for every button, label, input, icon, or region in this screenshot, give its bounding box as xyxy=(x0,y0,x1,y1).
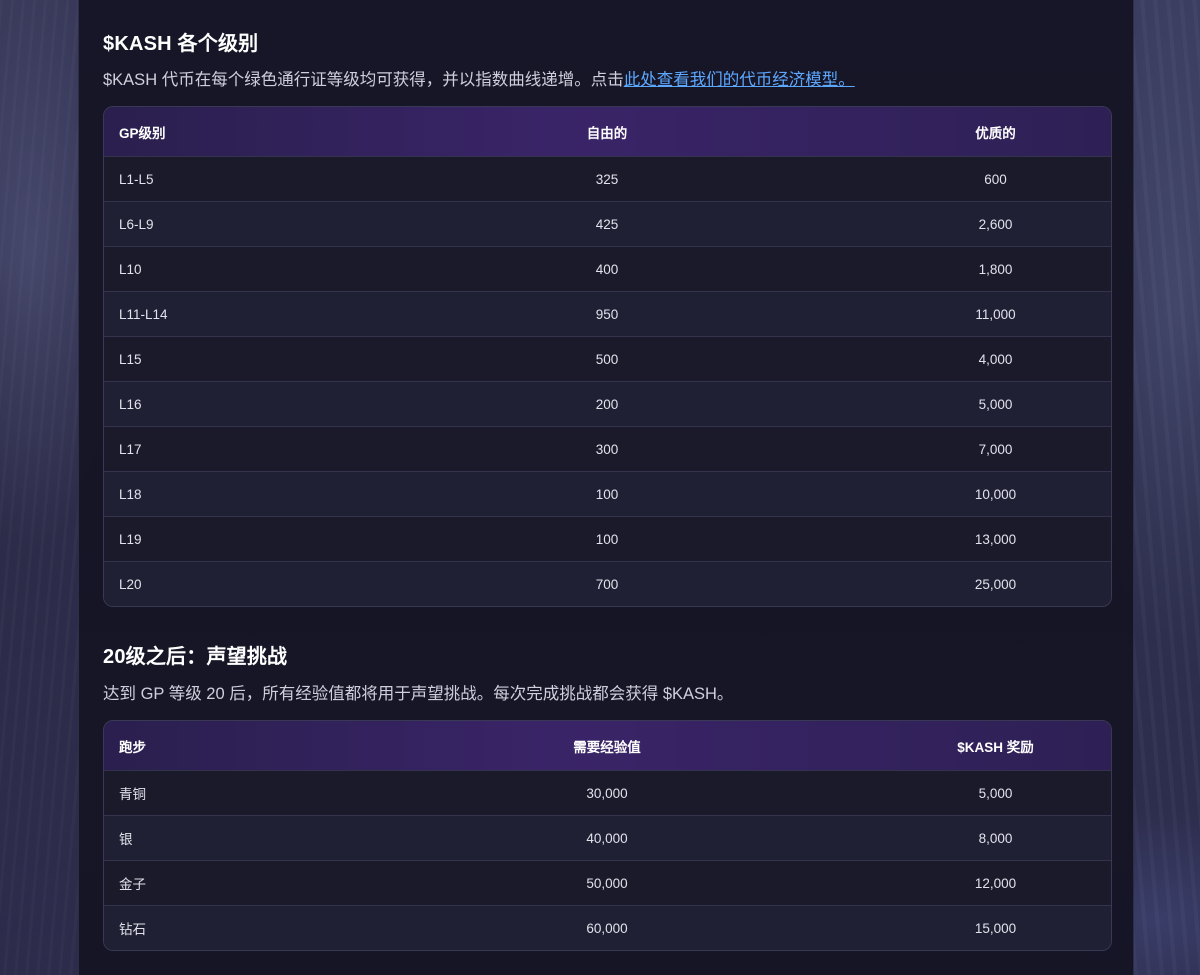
table-row: L11-L14 950 11,000 xyxy=(104,291,1111,337)
kash-levels-description: $KASH 代币在每个绿色通行证等级均可获得，并以指数曲线递增。点击此处查看我们… xyxy=(103,66,855,90)
table-header-row: GP级别 自由的 优质的 xyxy=(104,107,1111,157)
kash-levels-heading: $KASH 各个级别 xyxy=(103,33,259,55)
table-row: L20 700 25,000 xyxy=(104,561,1111,606)
row-label-cell: L10 xyxy=(104,246,334,292)
value-cell: 8,000 xyxy=(880,815,1111,861)
row-label-cell: L1-L5 xyxy=(104,156,334,202)
value-cell: 40,000 xyxy=(334,815,880,861)
row-label-cell: L18 xyxy=(104,471,334,517)
kash-levels-table: GP级别 自由的 优质的 L1-L5 325 600 L6-L9 425 2,600 L10… xyxy=(103,106,1112,607)
value-cell: 10,000 xyxy=(880,471,1111,517)
row-label-cell: 银 xyxy=(104,815,334,861)
prestige-challenge-heading: 20级之后：声望挑战 xyxy=(103,646,288,668)
table-row: L10 400 1,800 xyxy=(104,246,1111,292)
value-cell: 5,000 xyxy=(880,770,1111,816)
background-left-decoration xyxy=(0,0,78,975)
column-header-kash-reward: $KASH 奖励 xyxy=(957,739,1034,755)
table-row: L15 500 4,000 xyxy=(104,336,1111,382)
prestige-challenge-description: 达到 GP 等级 20 后，所有经验值都将用于声望挑战。每次完成挑战都会获得 $… xyxy=(103,685,734,703)
kash-levels-description-text: $KASH 代币在每个绿色通行证等级均可获得，并以指数曲线递增。点击 xyxy=(103,71,624,89)
row-label-cell: L15 xyxy=(104,336,334,382)
table-row: 青铜 30,000 5,000 xyxy=(104,770,1111,816)
row-label-cell: 青铜 xyxy=(104,770,334,816)
value-cell: 60,000 xyxy=(334,905,880,950)
row-label-cell: L16 xyxy=(104,381,334,427)
value-cell: 4,000 xyxy=(880,336,1111,382)
table-header-row: 跑步 需要经验值 $KASH 奖励 xyxy=(104,721,1111,771)
value-cell: 325 xyxy=(334,156,880,202)
row-label-cell: L20 xyxy=(104,561,334,606)
value-cell: 12,000 xyxy=(880,860,1111,906)
tokenomics-link[interactable]: 此处查看我们的代币经济模型。 xyxy=(624,71,855,89)
table-row: L6-L9 425 2,600 xyxy=(104,201,1111,247)
value-cell: 7,000 xyxy=(880,426,1111,472)
value-cell: 13,000 xyxy=(880,516,1111,562)
table-row: L1-L5 325 600 xyxy=(104,156,1111,202)
row-label-cell: L17 xyxy=(104,426,334,472)
table-row: 银 40,000 8,000 xyxy=(104,815,1111,861)
value-cell: 100 xyxy=(334,516,880,562)
row-label-cell: L19 xyxy=(104,516,334,562)
value-cell: 100 xyxy=(334,471,880,517)
table-row: L17 300 7,000 xyxy=(104,426,1111,472)
value-cell: 950 xyxy=(334,291,880,337)
value-cell: 500 xyxy=(334,336,880,382)
value-cell: 1,800 xyxy=(880,246,1111,292)
table-row: L19 100 13,000 xyxy=(104,516,1111,562)
value-cell: 400 xyxy=(334,246,880,292)
value-cell: 15,000 xyxy=(880,905,1111,950)
prestige-challenge-table: 跑步 需要经验值 $KASH 奖励 青铜 30,000 5,000 银 40,000 8,… xyxy=(103,720,1112,951)
row-label-cell: L6-L9 xyxy=(104,201,334,247)
value-cell: 600 xyxy=(880,156,1111,202)
value-cell: 11,000 xyxy=(880,291,1111,337)
value-cell: 30,000 xyxy=(334,770,880,816)
column-header-run: 跑步 xyxy=(119,739,146,755)
table-row: 钻石 60,000 15,000 xyxy=(104,905,1111,950)
column-header-xp-required: 需要经验值 xyxy=(573,739,641,755)
background-right-decoration xyxy=(1134,0,1200,975)
row-label-cell: 钻石 xyxy=(104,905,334,950)
row-label-cell: 金子 xyxy=(104,860,334,906)
value-cell: 200 xyxy=(334,381,880,427)
content-panel: $KASH 各个级别 $KASH 代币在每个绿色通行证等级均可获得，并以指数曲线… xyxy=(78,0,1134,975)
table-row: L18 100 10,000 xyxy=(104,471,1111,517)
column-header-free: 自由的 xyxy=(586,125,628,141)
value-cell: 5,000 xyxy=(880,381,1111,427)
value-cell: 50,000 xyxy=(334,860,880,906)
table-row: L16 200 5,000 xyxy=(104,381,1111,427)
value-cell: 700 xyxy=(334,561,880,606)
value-cell: 25,000 xyxy=(880,561,1111,606)
row-label-cell: L11-L14 xyxy=(104,291,334,337)
table-row: 金子 50,000 12,000 xyxy=(104,860,1111,906)
value-cell: 300 xyxy=(334,426,880,472)
column-header-gp-level: GP级别 xyxy=(119,125,166,141)
column-header-premium: 优质的 xyxy=(975,125,1016,141)
value-cell: 425 xyxy=(334,201,880,247)
value-cell: 2,600 xyxy=(880,201,1111,247)
